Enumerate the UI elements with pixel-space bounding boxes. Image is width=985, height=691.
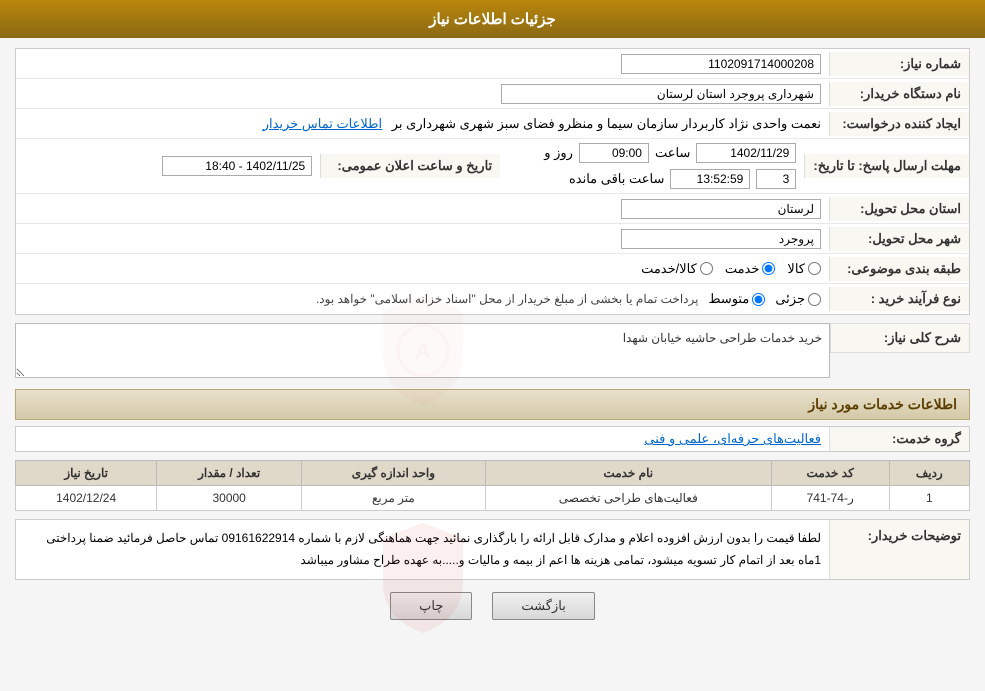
cell-code: ر-74-741 — [771, 486, 889, 511]
services-table: ردیف کد خدمت نام خدمت واحد اندازه گیری ت… — [15, 460, 970, 511]
buyer-desc-text: لطفا قیمت را بدون ارزش افزوده اعلام و مد… — [46, 531, 821, 567]
category-goods-service-option: کالا/خدمت — [641, 261, 713, 277]
purchase-medium-label: متوسط — [708, 291, 749, 307]
deadline-remaining-label: ساعت باقی مانده — [569, 171, 664, 187]
buyer-org-input[interactable] — [501, 84, 821, 104]
city-value-cell — [16, 225, 829, 253]
back-button[interactable]: بازگشت — [492, 592, 594, 620]
niaaz-number-row: شماره نیاز: — [16, 49, 969, 79]
buyer-desc-label: توضیحات خریدار: — [829, 520, 969, 579]
main-info-section: شماره نیاز: نام دستگاه خریدار: ایجاد کنن… — [15, 48, 970, 315]
category-row: طبقه بندی موضوعی: کالا خدمت — [16, 254, 969, 284]
deadline-remaining-input[interactable] — [670, 169, 750, 189]
deadline-label: مهلت ارسال پاسخ: تا تاریخ: — [804, 154, 969, 178]
niaaz-number-value — [16, 50, 829, 78]
city-row: شهر محل تحویل: — [16, 224, 969, 254]
cell-unit: متر مربع — [302, 486, 486, 511]
col-unit: واحد اندازه گیری — [302, 461, 486, 486]
category-service-label: خدمت — [725, 261, 760, 277]
category-service-radio[interactable] — [762, 262, 775, 275]
requester-row: ایجاد کننده درخواست: نعمت واحدی نژاد کار… — [16, 109, 969, 139]
category-goods-service-radio[interactable] — [700, 262, 713, 275]
cell-row: 1 — [889, 486, 969, 511]
requester-contact-link[interactable]: اطلاعات تماس خریدار — [263, 116, 382, 131]
purchase-medium-option: متوسط — [708, 291, 765, 307]
purchase-part-option: جزئی — [775, 291, 821, 307]
purchase-medium-radio[interactable] — [752, 293, 765, 306]
city-label: شهر محل تحویل: — [829, 227, 969, 251]
cell-quantity: 30000 — [157, 486, 302, 511]
niaaz-number-label: شماره نیاز: — [829, 52, 969, 76]
cell-name: فعالیت‌های طراحی تخصصی — [485, 486, 771, 511]
announce-label: تاریخ و ساعت اعلان عمومی: — [320, 154, 500, 178]
deadline-days-label: روز و — [544, 145, 573, 161]
description-label: شرح کلی نیاز: — [830, 323, 970, 353]
service-group-link[interactable]: فعالیت‌های حرفه‌ای، علمی و فنی — [644, 431, 821, 446]
purchase-part-radio[interactable] — [808, 293, 821, 306]
category-goods-label: کالا — [787, 261, 805, 277]
category-label: طبقه بندی موضوعی: — [829, 257, 969, 281]
buyer-org-row: نام دستگاه خریدار: — [16, 79, 969, 109]
deadline-date-input[interactable] — [696, 143, 796, 163]
col-qty: تعداد / مقدار — [157, 461, 302, 486]
table-row: 1 ر-74-741 فعالیت‌های طراحی تخصصی متر مر… — [16, 486, 970, 511]
deadline-value-cell: ساعت روز و ساعت باقی مانده — [500, 139, 804, 193]
announce-input[interactable] — [162, 156, 312, 176]
category-service-option: خدمت — [725, 261, 776, 277]
deadline-row: مهلت ارسال پاسخ: تا تاریخ: ساعت روز و سا… — [16, 139, 969, 194]
page-wrapper: جزئیات اطلاعات نیاز شماره نیاز: نام دستگ… — [0, 0, 985, 691]
category-goods-service-label: کالا/خدمت — [641, 261, 697, 277]
province-row: استان محل تحویل: — [16, 194, 969, 224]
niaaz-number-input[interactable] — [621, 54, 821, 74]
service-group-row: گروه خدمت: فعالیت‌های حرفه‌ای، علمی و فن… — [15, 426, 970, 452]
buyer-org-label: نام دستگاه خریدار: — [829, 82, 969, 106]
page-header: جزئیات اطلاعات نیاز — [0, 0, 985, 38]
requester-value-cell: نعمت واحدی نژاد کاربردار سازمان سیما و م… — [16, 112, 829, 136]
requester-text: نعمت واحدی نژاد کاربردار سازمان سیما و م… — [392, 116, 821, 131]
purchase-type-row: نوع فرآیند خرید : جزئی متوسط پرداخت تمام… — [16, 284, 969, 314]
province-input[interactable] — [621, 199, 821, 219]
purchase-note: پرداخت تمام یا بخشی از مبلغ خریدار از مح… — [316, 292, 699, 306]
description-value-wrapper: خرید خدمات طراحی حاشیه خیابان شهدا A — [15, 323, 830, 381]
category-goods-radio[interactable] — [808, 262, 821, 275]
deadline-time-input[interactable] — [579, 143, 649, 163]
cell-date: 1402/12/24 — [16, 486, 157, 511]
table-header-row: ردیف کد خدمت نام خدمت واحد اندازه گیری ت… — [16, 461, 970, 486]
province-label: استان محل تحویل: — [829, 197, 969, 221]
deadline-days-input[interactable] — [756, 169, 796, 189]
purchase-part-label: جزئی — [775, 291, 805, 307]
description-section: شرح کلی نیاز: خرید خدمات طراحی حاشیه خیا… — [15, 323, 970, 381]
buyer-desc-content: لطفا قیمت را بدون ارزش افزوده اعلام و مد… — [16, 520, 829, 579]
category-value-cell: کالا خدمت کالا/خدمت — [16, 257, 829, 281]
buyer-org-value — [16, 80, 829, 108]
announce-value-cell — [16, 152, 320, 180]
col-date: تاریخ نیاز — [16, 461, 157, 486]
service-group-value: فعالیت‌های حرفه‌ای، علمی و فنی — [16, 427, 829, 451]
purchase-type-label: نوع فرآیند خرید : — [829, 287, 969, 311]
services-section-title: اطلاعات خدمات مورد نیاز — [15, 389, 970, 420]
col-row: ردیف — [889, 461, 969, 486]
province-value-cell — [16, 195, 829, 223]
requester-label: ایجاد کننده درخواست: — [829, 112, 969, 136]
category-goods-option: کالا — [787, 261, 821, 277]
page-title: جزئیات اطلاعات نیاز — [429, 11, 556, 28]
button-row: بازگشت چاپ — [15, 592, 970, 620]
col-code: کد خدمت — [771, 461, 889, 486]
city-input[interactable] — [621, 229, 821, 249]
content-area: شماره نیاز: نام دستگاه خریدار: ایجاد کنن… — [0, 38, 985, 642]
purchase-type-value-cell: جزئی متوسط پرداخت تمام یا بخشی از مبلغ خ… — [16, 287, 829, 311]
print-button[interactable]: چاپ — [390, 592, 472, 620]
description-text: خرید خدمات طراحی حاشیه خیابان شهدا — [623, 331, 822, 345]
buyer-desc-row: توضیحات خریدار: لطفا قیمت را بدون ارزش ا… — [15, 519, 970, 580]
col-name: نام خدمت — [485, 461, 771, 486]
services-table-section: ردیف کد خدمت نام خدمت واحد اندازه گیری ت… — [15, 460, 970, 511]
service-group-label: گروه خدمت: — [829, 427, 969, 451]
deadline-time-label: ساعت — [655, 145, 690, 161]
